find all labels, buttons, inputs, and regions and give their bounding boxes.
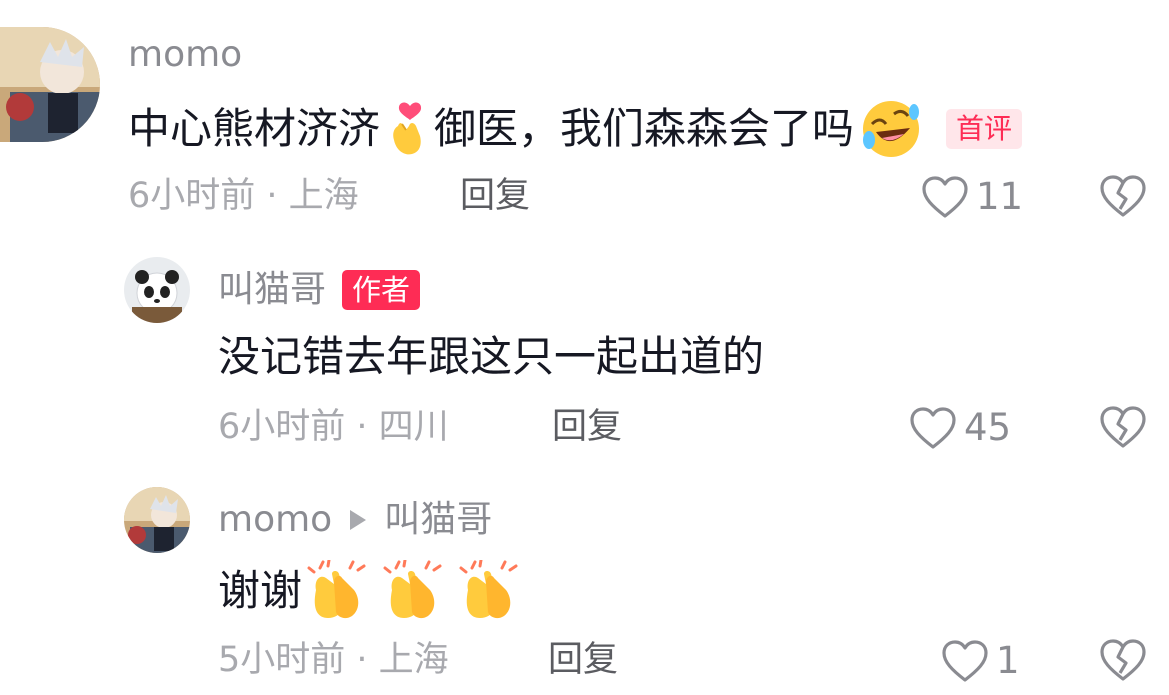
broken-heart-icon [1100, 406, 1146, 448]
reply-button[interactable]: 回复 [548, 638, 618, 682]
reply-to-username[interactable]: 叫猫哥 [384, 498, 492, 542]
avatar[interactable] [124, 257, 190, 323]
reply-timestamp-location: 5小时前 · 上海 [218, 640, 449, 680]
heart-outline-icon [910, 407, 956, 449]
dislike-button[interactable] [1098, 173, 1148, 219]
reply-username[interactable]: 叫猫哥 作者 [218, 268, 421, 312]
comment-content: 中心熊材济济 御医，我们森森会了吗 首评 [128, 98, 1023, 160]
username-text[interactable]: 叫猫哥 [218, 268, 326, 312]
comment-text-part1: 中心熊材济济 [128, 104, 381, 153]
like-button[interactable]: 45 [908, 405, 1011, 451]
like-count: 45 [964, 406, 1012, 449]
broken-heart-icon [1100, 175, 1146, 217]
rolling-laughing-emoji-icon [860, 98, 922, 160]
clapping-hands-emoji-icon [382, 560, 444, 622]
like-count: 11 [976, 175, 1024, 218]
reply-content: 没记错去年跟这只一起出道的 [218, 330, 764, 384]
reply-item: 叫猫哥 作者 没记错去年跟这只一起出道的 6小时前 · 四川 回复 45 [0, 240, 1169, 470]
reply-timestamp-location: 6小时前 · 四川 [218, 407, 449, 447]
dislike-button[interactable] [1098, 637, 1148, 683]
heart-finger-emoji-icon [384, 100, 428, 158]
reply-button[interactable]: 回复 [552, 405, 622, 449]
author-badge: 作者 [342, 270, 421, 310]
avatar-image [0, 27, 100, 142]
reply-username[interactable]: momo 叫猫哥 [218, 498, 492, 542]
clapping-hands-emoji-icon [458, 560, 520, 622]
clapping-hands-emoji-icon [306, 560, 368, 622]
avatar-image [124, 487, 190, 553]
like-button[interactable]: 1 [940, 638, 1020, 684]
heart-outline-icon [942, 640, 988, 682]
broken-heart-icon [1100, 639, 1146, 681]
comment-username[interactable]: momo [128, 33, 242, 77]
like-count: 1 [996, 639, 1020, 682]
reply-text: 谢谢 [218, 566, 303, 615]
comment-timestamp-location: 6小时前 · 上海 [128, 176, 359, 216]
reply-arrow-icon [350, 510, 367, 530]
username-text[interactable]: momo [218, 498, 332, 542]
username-text[interactable]: momo [128, 33, 242, 77]
avatar[interactable] [0, 27, 100, 142]
reply-item: momo 叫猫哥 谢谢 5小时前 · 上海 回复 1 [0, 470, 1169, 695]
avatar[interactable] [124, 487, 190, 553]
first-comment-badge: 首评 [946, 109, 1023, 149]
reply-button[interactable]: 回复 [460, 174, 530, 218]
reply-text: 没记错去年跟这只一起出道的 [218, 332, 765, 381]
dislike-button[interactable] [1098, 404, 1148, 450]
comment-item: momo 中心熊材济济 御医，我们森森会了吗 首评 6小时前 · 上海 回复 1… [0, 0, 1169, 240]
comment-text-part2: 御医，我们森森会了吗 [434, 104, 855, 153]
heart-outline-icon [922, 176, 968, 218]
reply-content: 谢谢 [218, 560, 522, 622]
like-button[interactable]: 11 [920, 174, 1023, 220]
avatar-image [124, 257, 190, 323]
